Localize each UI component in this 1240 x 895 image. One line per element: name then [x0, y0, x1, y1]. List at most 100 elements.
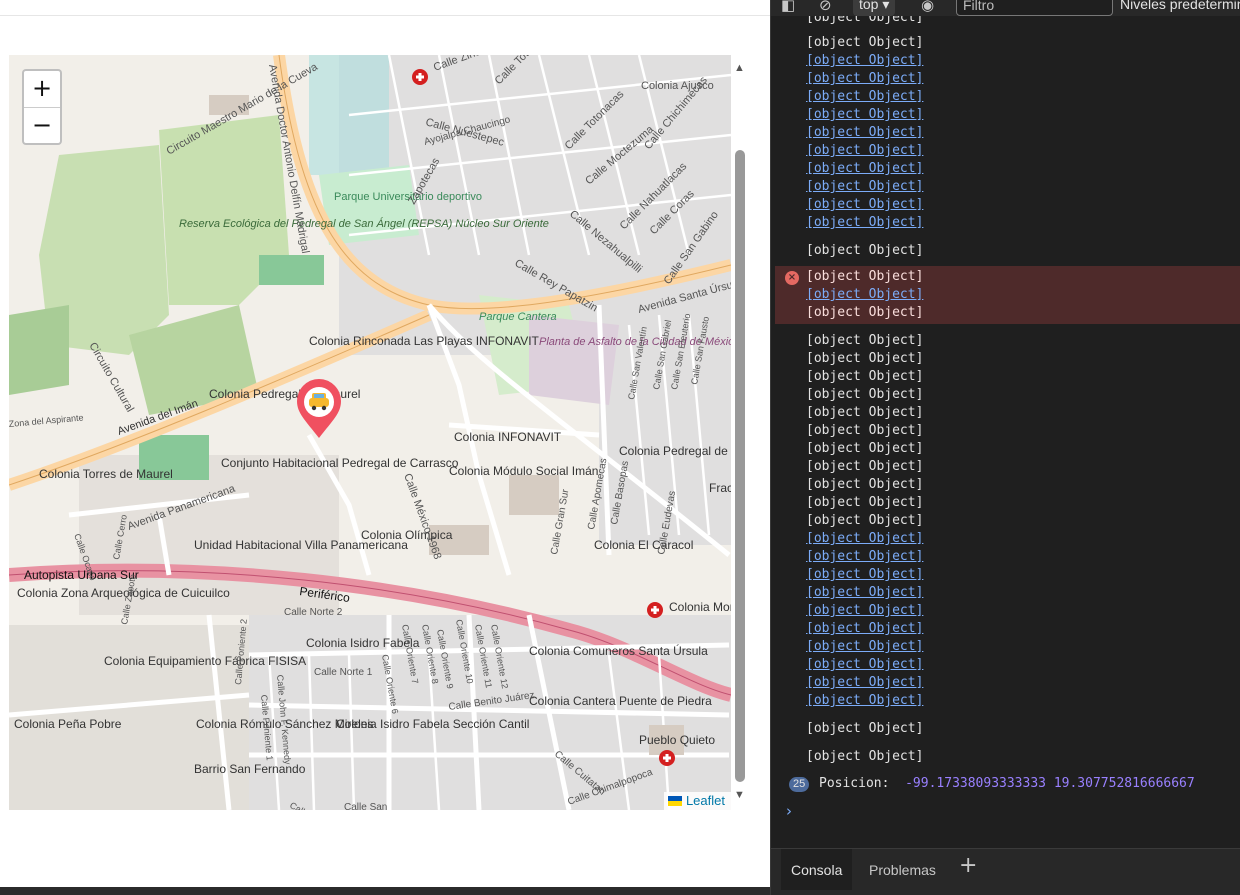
console-line: [object Object] — [806, 16, 924, 25]
filter-input[interactable]: Filtro — [956, 0, 1113, 16]
map-label: Unidad Habitacional Villa Panamericana — [194, 538, 408, 552]
console-line: [object Object] — [806, 71, 924, 86]
map-label: Colonia Cantera Puente de Piedra — [529, 694, 712, 708]
zoom-control: + − — [22, 69, 62, 145]
clear-console-icon[interactable]: ⊘ — [819, 0, 832, 14]
window-bottom-edge — [0, 887, 770, 895]
longitude-value: -99.17338093333333 — [905, 776, 1046, 791]
console-line: [object Object] — [806, 405, 924, 420]
hospital-icon — [412, 69, 428, 85]
map-label: Colonia Módulo Social Imán — [449, 464, 598, 478]
console-line: [object Object] — [806, 305, 924, 320]
console-line: [object Object] — [806, 477, 924, 492]
scroll-down-arrow-icon[interactable]: ▼ — [734, 789, 745, 801]
console-line: [object Object] — [806, 197, 924, 212]
console-line: [object Object] — [806, 89, 924, 104]
console-log-message: [object Object] — [806, 721, 924, 736]
console-output[interactable]: [object Object] [object Object] [object … — [771, 16, 1240, 848]
console-log-message: [object Object] — [806, 243, 924, 258]
map-label: Conjunto Habitacional Pedregal de Carras… — [221, 456, 459, 470]
live-expression-eye-icon[interactable]: ◉ — [921, 0, 934, 14]
map-label: Calle San — [344, 802, 387, 810]
devtools-drawer: Consola Problemas + — [771, 848, 1240, 895]
console-line: [object Object] — [806, 567, 924, 582]
page-scrollbar-thumb[interactable] — [735, 150, 745, 782]
map-label: Colonia Equipamiento Fábrica FISISA — [104, 654, 306, 668]
console-line: [object Object] — [806, 215, 924, 230]
position-label: Posicion: — [819, 776, 890, 791]
console-line: [object Object] — [806, 35, 924, 50]
map-label: Pueblo Quieto — [639, 733, 715, 747]
leaflet-link[interactable]: Leaflet — [686, 793, 725, 808]
console-line: [object Object] — [806, 351, 924, 366]
console-line: [object Object] — [806, 369, 924, 384]
map-tiles[interactable]: Colonia Ajusco Calle Zihuatlán Calle Tot… — [9, 55, 731, 810]
map-label: Colonia Peña Pobre — [14, 717, 122, 731]
context-label: top — [859, 0, 879, 12]
add-tab-icon[interactable]: + — [959, 853, 977, 878]
console-line: [object Object] — [806, 161, 924, 176]
scroll-up-arrow-icon[interactable]: ▲ — [734, 62, 745, 74]
repeat-count-badge: 25 — [789, 777, 810, 792]
tab-console[interactable]: Consola — [781, 849, 853, 890]
map-label: Colonia Comuneros Santa Úrsula — [529, 643, 708, 658]
map-label: Colonia El Caracol — [594, 538, 693, 552]
console-line: [object Object] — [806, 657, 924, 672]
network-error-request[interactable]: [object Object] — [806, 268, 923, 286]
app-page: Colonia Ajusco Calle Zihuatlán Calle Tot… — [0, 0, 770, 895]
screen: Colonia Ajusco Calle Zihuatlán Calle Tot… — [0, 0, 1240, 895]
console-line: [object Object] — [806, 675, 924, 690]
position-log: Posicion: -99.17338093333333 19.30775281… — [819, 775, 1195, 793]
console-line[interactable]: [object Object] — [806, 286, 923, 304]
console-line: [object Object] — [806, 513, 924, 528]
context-selector[interactable]: top ▾ — [853, 0, 896, 16]
map-label: Autopista Urbana Sur — [24, 568, 139, 582]
console-line: [object Object] — [806, 639, 924, 654]
map-attribution: Leaflet — [663, 792, 731, 810]
map-label: Fracc. Joyas — [709, 481, 731, 495]
page-divider — [0, 15, 770, 16]
hospital-icon — [647, 602, 663, 618]
console-line: [object Object] — [806, 179, 924, 194]
map-label: Colonia Rinconada Las Playas INFONAVIT — [309, 334, 540, 348]
hospital-icon — [659, 750, 675, 766]
devtools-panel: ◧ ⊘ top ▾ ◉ Filtro Niveles predeterminad… — [770, 0, 1240, 895]
map-container[interactable]: Colonia Ajusco Calle Zihuatlán Calle Tot… — [9, 55, 731, 810]
console-toolbar: ◧ ⊘ top ▾ ◉ Filtro Niveles predeterminad… — [771, 0, 1240, 16]
map-label: Parque Cantera — [479, 311, 557, 323]
map-label: Calle Norte 1 — [314, 667, 373, 678]
console-line: [object Object] — [806, 693, 924, 708]
map-label: Colonia INFONAVIT — [454, 430, 562, 444]
map-label: Reserva Ecológica del Pedregal de San Án… — [179, 217, 549, 230]
zoom-out-button[interactable]: − — [24, 107, 60, 143]
sidebar-toggle-icon[interactable]: ◧ — [781, 0, 795, 14]
console-line: [object Object] — [806, 423, 924, 438]
console-line: [object Object] — [806, 459, 924, 474]
console-log-message: [object Object] — [806, 749, 924, 764]
console-line: [object Object] — [806, 621, 924, 636]
console-line: [object Object] — [806, 441, 924, 456]
ukraine-flag-icon — [667, 795, 682, 806]
map-label: Colonia Isidro Fabela Sección Cantil — [336, 717, 529, 731]
console-line: [object Object] — [806, 495, 924, 510]
latitude-value: 19.307752816666667 — [1053, 776, 1195, 791]
console-line: [object Object] — [806, 143, 924, 158]
console-line: [object Object] — [806, 333, 924, 348]
console-line: [object Object] — [806, 53, 924, 68]
error-icon: × — [785, 271, 799, 285]
console-line: [object Object] — [806, 387, 924, 402]
console-line: [object Object] — [806, 549, 924, 564]
console-line: [object Object] — [806, 585, 924, 600]
console-line: [object Object] — [806, 603, 924, 618]
map-label: Colonia Torres de Maurel — [39, 467, 173, 481]
console-line: [object Object] — [806, 531, 924, 546]
console-line: [object Object] — [806, 107, 924, 122]
map-label: Colonia Pedregal de la Zorra — [619, 444, 731, 458]
log-levels-dropdown[interactable]: Niveles predeterminados — [1120, 0, 1240, 14]
console-line: [object Object] — [806, 125, 924, 140]
map-label: Calle Norte 2 — [284, 607, 343, 618]
tab-issues[interactable]: Problemas — [859, 849, 946, 890]
console-prompt-icon[interactable]: › — [786, 802, 792, 820]
map-label: Colonia Monte Luna — [669, 600, 731, 614]
zoom-in-button[interactable]: + — [24, 71, 60, 107]
